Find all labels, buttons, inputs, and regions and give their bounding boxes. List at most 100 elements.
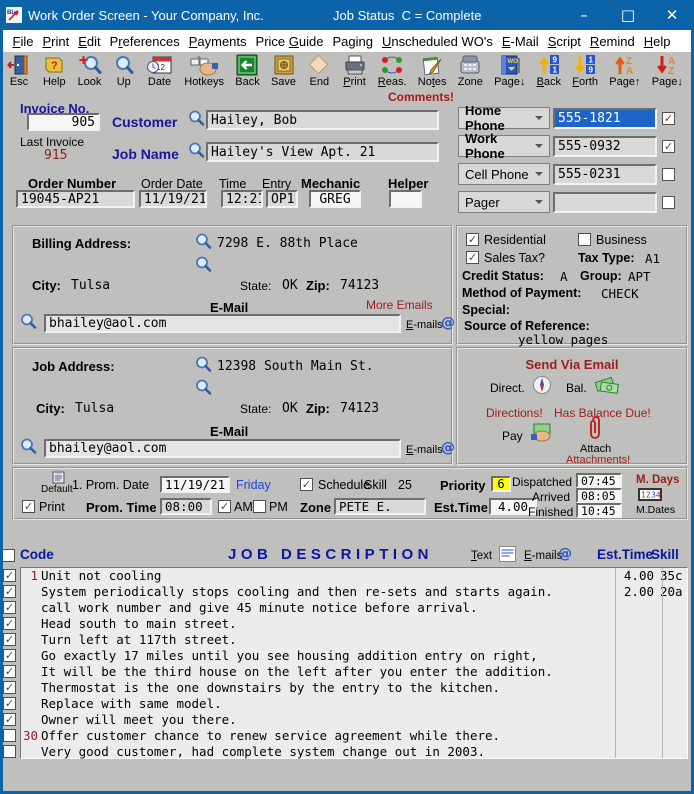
order-number-field[interactable]: 19045-AP21 [16,190,135,208]
billing-address2-search-icon[interactable] [195,256,212,278]
job-description-row[interactable]: Go exactly 17 miles until you see housin… [21,648,687,664]
job-description-row[interactable]: 1 Unit not cooling 4.00 35c [21,568,687,584]
menu-item[interactable]: Print [38,34,74,49]
menu-item[interactable]: File [8,34,38,49]
menu-item[interactable]: Price Guide [251,34,328,49]
menu-item[interactable]: Unscheduled WO's [377,34,497,49]
job-address2-search-icon[interactable] [195,379,212,401]
toolbar-forth-page-button[interactable]: 1 9 Forth [572,53,598,98]
job-address-value[interactable]: 12398 South Main St. [217,359,374,374]
toolbar-help-button[interactable]: ? Help [42,53,66,98]
job-description-list[interactable]: 1 Unit not cooling 4.00 35c System perio… [20,567,688,759]
menu-item[interactable]: Help [639,34,675,49]
customer-search-icon[interactable] [188,110,205,132]
money-icon[interactable] [592,372,622,403]
toolbar-esc-button[interactable]: Esc [7,53,31,98]
row-select-checkbox[interactable] [3,601,16,614]
phone-checkbox[interactable] [662,111,675,125]
phone-type-dropdown[interactable]: Home Phone [458,103,550,133]
pay-money-hand-icon[interactable] [528,421,556,448]
job-description-row[interactable]: 30 Offer customer chance to renew servic… [21,728,687,744]
prom-date-field[interactable]: 11/19/21 [160,476,230,493]
menu-item[interactable]: Preferences [105,34,184,49]
job-description-row[interactable]: System periodically stops cooling and th… [21,584,687,600]
job-description-row[interactable]: Head south to main street. [21,616,687,632]
menu-item[interactable]: Script [543,34,585,49]
toolbar-save-button[interactable]: Save [271,53,296,98]
billing-address-search-icon[interactable] [195,233,212,255]
attachments-link[interactable]: Attachments! [566,454,630,466]
billing-email-field[interactable]: bhailey@aol.com [44,314,401,333]
menu-item[interactable]: E-Mail [497,34,543,49]
dispatched-field[interactable]: 07:45 [576,473,622,488]
line-text[interactable]: Head south to main street. [41,616,610,632]
row-select-checkbox[interactable] [3,585,16,598]
order-time-field[interactable]: 12:21 [221,190,263,208]
billing-state-value[interactable]: OK [282,278,298,293]
m-days-link[interactable]: M. Days [636,474,679,486]
job-description-row[interactable]: Owner will meet you there. [21,712,687,728]
print-checkbox[interactable] [22,500,35,513]
phone-checkbox[interactable] [662,167,675,181]
pm-checkbox[interactable] [253,500,266,513]
row-select-checkbox[interactable] [3,633,16,646]
compass-icon[interactable] [532,375,552,400]
directions-link[interactable]: Directions! [486,406,543,420]
arrived-field[interactable]: 08:05 [576,488,622,503]
toolbar-hotkeys-button[interactable]: Hotkeys [184,53,224,98]
zone-field[interactable]: PETE E. [334,498,426,515]
phone-type-dropdown[interactable]: Cell Phone [458,163,550,185]
row-select-checkbox[interactable] [3,617,16,630]
select-all-checkbox[interactable] [2,549,15,562]
toolbar-page-up-za-button[interactable]: Z A Page↑ [609,53,640,98]
job-description-row[interactable]: Very good customer, had complete system … [21,744,687,760]
line-text[interactable]: Go exactly 17 miles until you see housin… [41,648,610,664]
job-emails-link[interactable]: E-mails [406,444,443,456]
billing-address-value[interactable]: 7298 E. 88th Place [217,236,358,251]
job-name-search-icon[interactable] [188,142,205,164]
minimize-button[interactable]: – [562,0,606,30]
phone-checkbox[interactable] [662,195,675,209]
method-of-payment-value[interactable]: CHECK [601,286,639,301]
job-name-field[interactable]: Hailey's View Apt. 21 [206,142,439,162]
line-text[interactable]: Offer customer chance to renew service a… [41,728,610,744]
job-address-search-icon[interactable] [195,356,212,378]
source-of-reference-value[interactable]: yellow pages [518,332,608,347]
row-select-checkbox[interactable] [3,665,16,678]
maximize-button[interactable]: □ [606,0,650,30]
billing-email-search-icon[interactable] [20,313,37,335]
row-select-checkbox[interactable] [3,649,16,662]
description-emails-link[interactable]: E-mails [524,550,562,562]
row-select-checkbox[interactable] [3,713,16,726]
m-dates-link[interactable]: M.Dates [636,504,675,516]
invoice-no-field[interactable]: 905 [27,113,100,131]
phone-checkbox[interactable] [662,139,675,153]
comments-alert[interactable]: Comments! [388,90,454,104]
row-select-checkbox[interactable] [3,681,16,694]
toolbar-look-button[interactable]: Look [78,53,102,98]
billing-zip-value[interactable]: 74123 [340,278,379,293]
am-checkbox[interactable] [218,500,231,513]
group-value[interactable]: APT [628,269,651,284]
sales-tax-checkbox[interactable] [466,251,479,264]
row-select-checkbox[interactable] [3,729,16,742]
line-text[interactable]: System periodically stops cooling and th… [41,584,610,600]
phone-number-field[interactable]: 555-0932 [553,135,657,157]
toolbar-date-button[interactable]: 12 Date [146,53,173,98]
line-text[interactable]: Owner will meet you there. [41,712,610,728]
prom-time-field[interactable]: 08:00 [160,498,212,515]
job-description-row[interactable]: It will be the third house on the left a… [21,664,687,680]
toolbar-up-button[interactable]: Up [113,53,135,98]
job-description-row[interactable]: Turn left at 117th street. [21,632,687,648]
row-select-checkbox[interactable] [3,697,16,710]
toolbar-zone-button[interactable]: Zone [458,53,483,98]
menu-item[interactable]: Edit [74,34,105,49]
business-checkbox[interactable] [578,233,591,246]
order-date-field[interactable]: 11/19/21 [139,190,207,208]
billing-emails-link[interactable]: E-mails [406,319,443,331]
toolbar-end-button[interactable]: End [307,53,331,98]
menu-item[interactable]: Remind [585,34,639,49]
finished-field[interactable]: 10:45 [576,503,622,518]
priority-field[interactable]: 6 [491,476,511,492]
line-text[interactable]: call work number and give 45 minute noti… [41,600,610,616]
